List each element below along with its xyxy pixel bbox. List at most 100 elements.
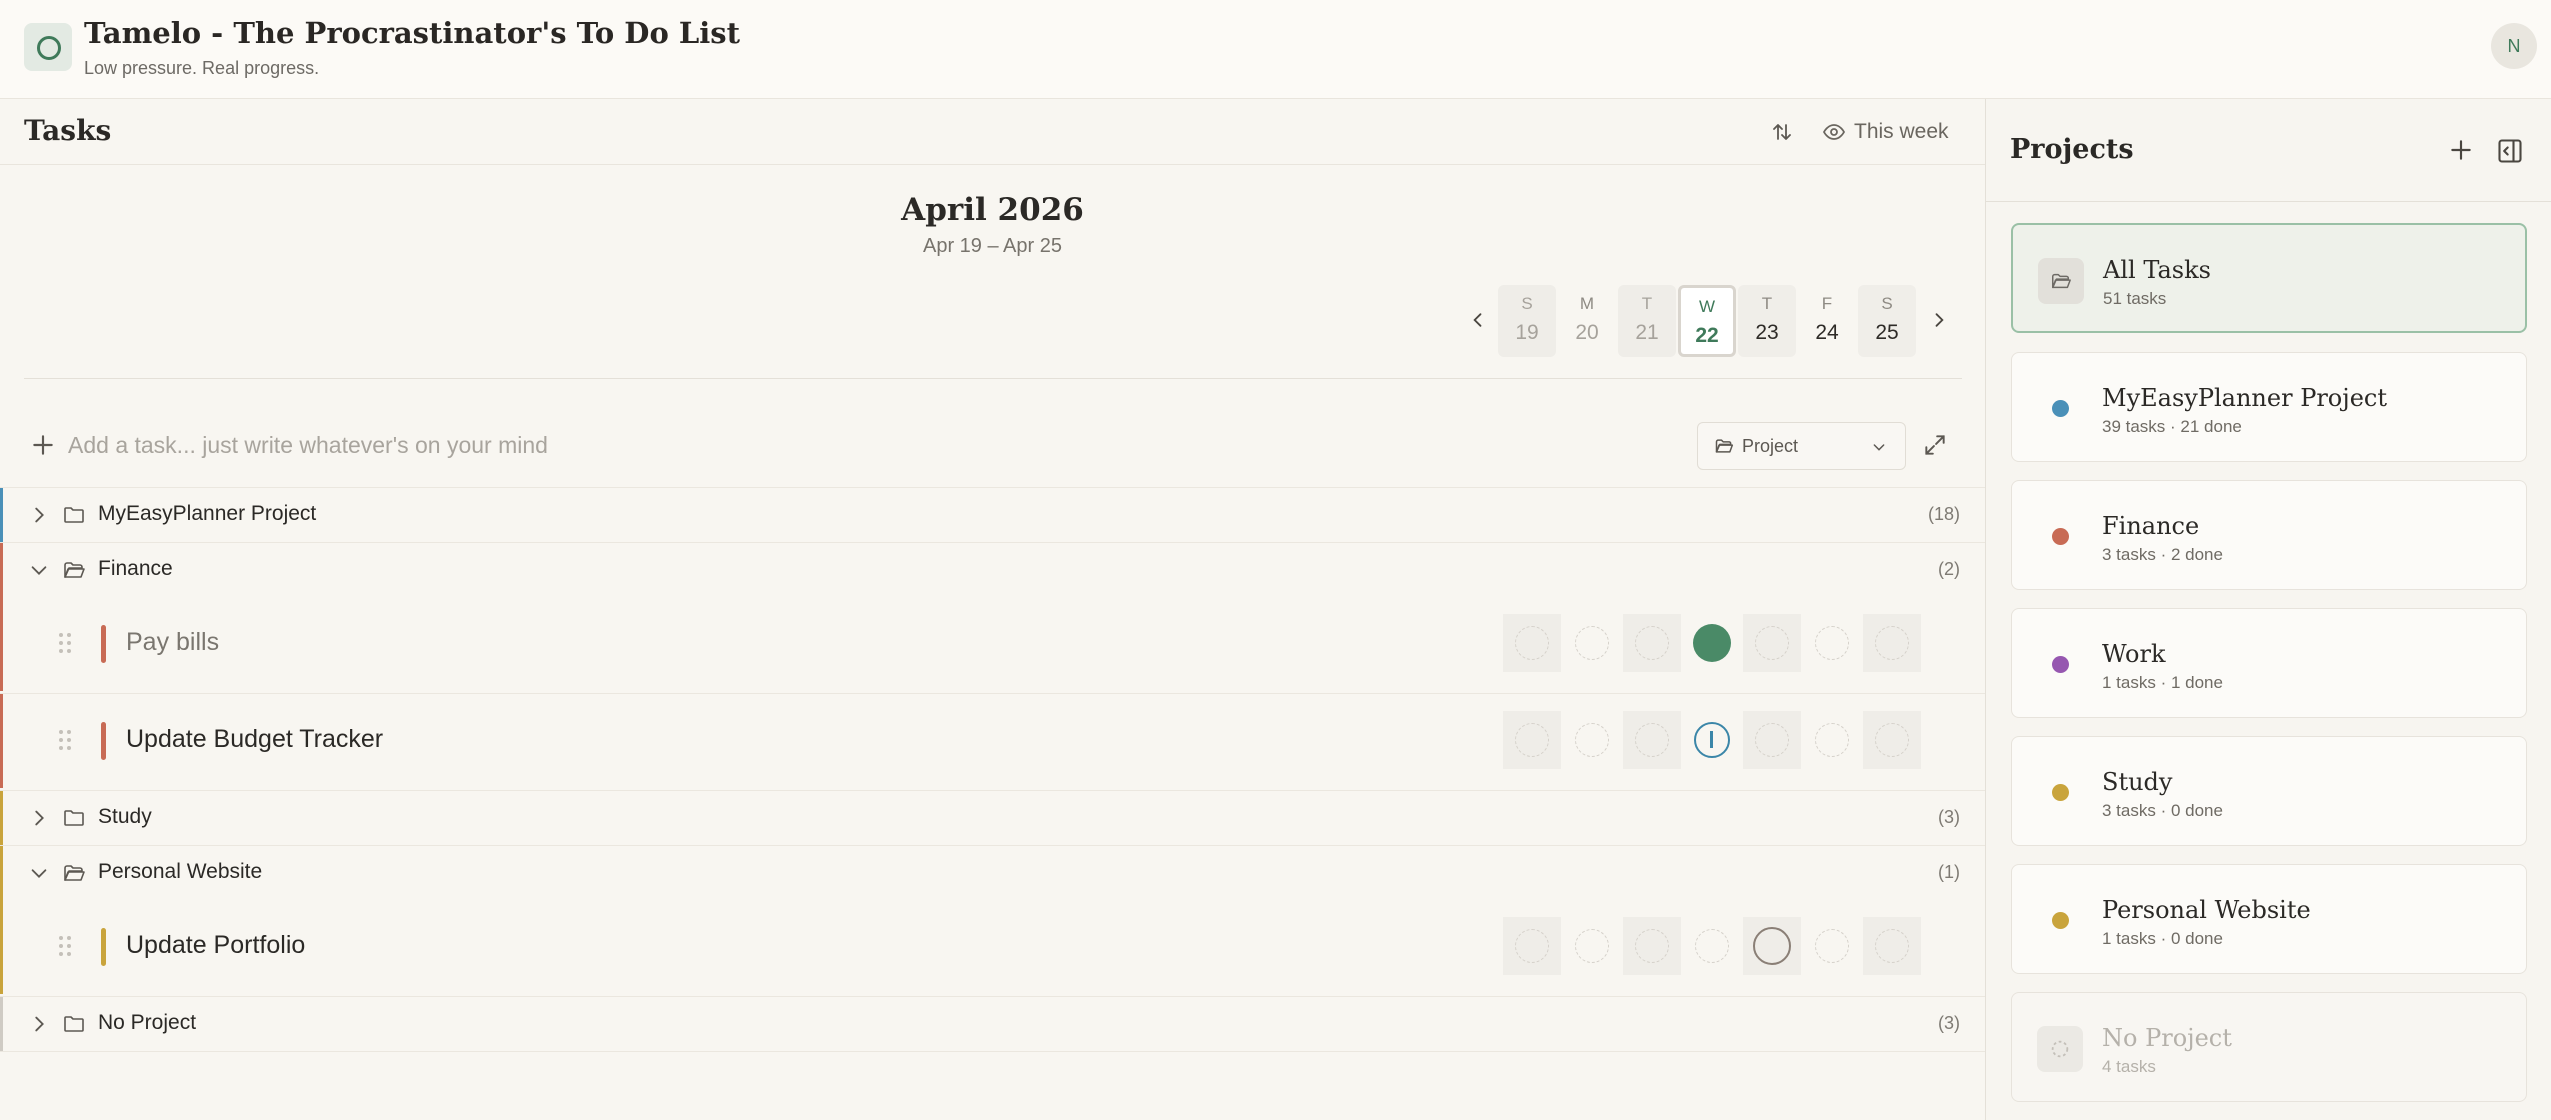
drag-handle-icon[interactable] (58, 935, 72, 957)
day-check-cell[interactable] (1743, 917, 1801, 975)
day-check-cell[interactable] (1623, 917, 1681, 975)
view-range-label: This week (1854, 120, 1949, 143)
day-sun[interactable]: S 19 (1498, 285, 1556, 357)
chevron-down-icon (1873, 444, 1885, 451)
day-check-cell[interactable] (1863, 711, 1921, 769)
group-personal-website[interactable]: Personal Website (1) (0, 846, 1985, 900)
app-logo (24, 23, 72, 71)
day-check-cell[interactable] (1563, 614, 1621, 672)
group-color-bar (0, 791, 3, 845)
day-check-cell[interactable] (1563, 711, 1621, 769)
project-color-dot (2052, 784, 2069, 801)
status-empty-icon (1575, 723, 1609, 757)
day-check-cell[interactable] (1863, 917, 1921, 975)
chevron-right-icon (35, 810, 44, 826)
day-check-cell[interactable] (1743, 614, 1801, 672)
project-select[interactable]: Project (1697, 422, 1906, 470)
avatar[interactable]: N (2491, 23, 2537, 69)
divider (24, 378, 1962, 379)
day-thu[interactable]: T 23 (1738, 285, 1796, 357)
collapse-panel-icon[interactable] (2496, 137, 2524, 165)
task-row[interactable]: Update Portfolio (0, 900, 1985, 994)
sort-button[interactable] (1765, 115, 1799, 149)
group-name: MyEasyPlanner Project (98, 502, 317, 525)
group-name: Personal Website (98, 860, 263, 883)
day-check-cell[interactable] (1803, 614, 1861, 672)
add-task-input[interactable] (68, 424, 1068, 466)
project-meta: 39 tasks · 21 done (2102, 417, 2242, 436)
group-myeasyplanner[interactable]: MyEasyPlanner Project (18) (0, 488, 1985, 542)
group-color-bar (0, 597, 3, 691)
status-empty-icon (1515, 723, 1549, 757)
project-card-personal-website[interactable]: Personal Website 1 tasks · 0 done (2011, 864, 2527, 974)
day-check-cell[interactable] (1503, 711, 1561, 769)
project-color-dot (2052, 912, 2069, 929)
folder-icon (64, 1016, 84, 1032)
group-study[interactable]: Study (3) (0, 791, 1985, 845)
day-check-cell[interactable] (1803, 917, 1861, 975)
chevron-right-icon (1935, 313, 1944, 327)
group-color-bar (0, 488, 3, 542)
day-wed-today[interactable]: W 22 (1678, 285, 1736, 357)
view-range-button[interactable]: This week (1822, 115, 1949, 149)
day-mon[interactable]: M 20 (1558, 285, 1616, 357)
prev-week-button[interactable] (1463, 300, 1493, 340)
add-project-icon[interactable] (2448, 137, 2474, 163)
day-letter: S (1881, 294, 1893, 313)
day-check-cell[interactable] (1743, 711, 1801, 769)
divider (0, 1051, 1985, 1052)
day-check-cell[interactable] (1803, 711, 1861, 769)
drag-handle-icon[interactable] (58, 632, 72, 654)
task-row[interactable]: Pay bills (0, 597, 1985, 691)
expand-icon[interactable] (1922, 432, 1948, 458)
folder-icon (1715, 439, 1734, 453)
day-number: 21 (1635, 321, 1659, 344)
next-week-button[interactable] (1924, 300, 1954, 340)
drag-handle-icon[interactable] (58, 729, 72, 751)
group-count: (3) (1938, 807, 1960, 827)
day-letter: T (1761, 294, 1773, 313)
tasks-title: Tasks (24, 114, 112, 147)
chevron-left-icon (1473, 313, 1482, 327)
project-card-finance[interactable]: Finance 3 tasks · 2 done (2011, 480, 2527, 590)
month-title: April 2026 (901, 192, 1084, 228)
folder-icon (64, 810, 84, 826)
group-name: No Project (98, 1011, 197, 1034)
project-meta: 4 tasks (2102, 1057, 2156, 1076)
day-number: 24 (1815, 321, 1839, 344)
day-tue[interactable]: T 21 (1618, 285, 1676, 357)
day-letter: S (1521, 294, 1533, 313)
project-name: Finance (2102, 512, 2200, 540)
week-range: Apr 19 – Apr 25 (923, 235, 1062, 257)
day-number: 19 (1515, 321, 1539, 344)
day-check-cell[interactable] (1683, 711, 1741, 769)
group-finance[interactable]: Finance (2) (0, 543, 1985, 597)
day-check-cell[interactable] (1683, 917, 1741, 975)
day-check-cell[interactable] (1623, 614, 1681, 672)
project-card-study[interactable]: Study 3 tasks · 0 done (2011, 736, 2527, 846)
day-number: 23 (1755, 321, 1779, 344)
status-empty-icon (1815, 723, 1849, 757)
group-color-bar (0, 694, 3, 788)
status-empty-icon (1875, 723, 1909, 757)
folder-open-icon (64, 865, 85, 881)
status-empty-icon (1875, 626, 1909, 660)
day-check-cell[interactable] (1623, 711, 1681, 769)
project-card-all-tasks[interactable]: All Tasks 51 tasks (2011, 223, 2527, 333)
day-check-cell[interactable] (1863, 614, 1921, 672)
chevron-down-icon (31, 566, 47, 575)
project-card-myeasyplanner[interactable]: MyEasyPlanner Project 39 tasks · 21 done (2011, 352, 2527, 462)
plus-icon[interactable] (30, 432, 56, 458)
day-check-cell[interactable] (1683, 614, 1741, 672)
day-sat[interactable]: S 25 (1858, 285, 1916, 357)
tasks-header: Tasks This week (0, 99, 1985, 165)
day-check-cell[interactable] (1503, 917, 1561, 975)
day-fri[interactable]: F 24 (1798, 285, 1856, 357)
day-check-cell[interactable] (1503, 614, 1561, 672)
group-no-project[interactable]: No Project (3) (0, 997, 1985, 1051)
project-card-work[interactable]: Work 1 tasks · 1 done (2011, 608, 2527, 718)
group-color-bar (0, 997, 3, 1051)
task-row[interactable]: Update Budget Tracker (0, 694, 1985, 788)
day-check-cell[interactable] (1563, 917, 1621, 975)
project-card-no-project[interactable]: No Project 4 tasks (2011, 992, 2527, 1102)
